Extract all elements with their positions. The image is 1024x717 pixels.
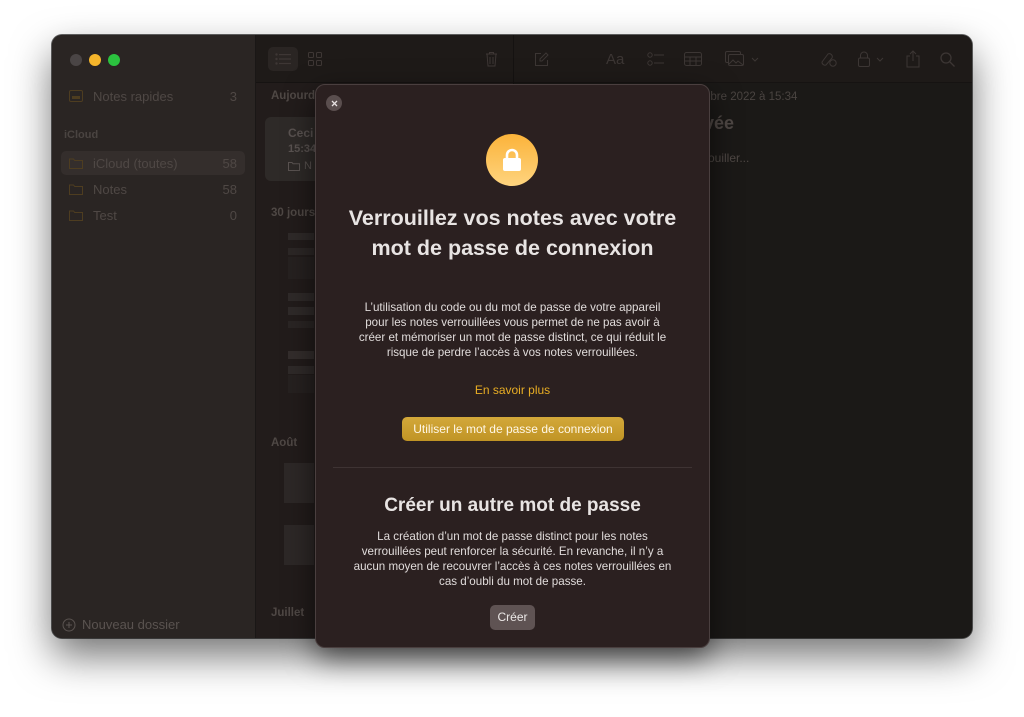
sidebar-item-label: Test bbox=[93, 207, 117, 223]
close-dialog-button[interactable] bbox=[326, 95, 342, 111]
use-login-password-button[interactable]: Utiliser le mot de passe de connexion bbox=[402, 417, 624, 441]
list-section-july: Juillet bbox=[271, 607, 305, 619]
new-folder-label: Nouveau dossier bbox=[82, 617, 180, 632]
chevron-down-icon bbox=[751, 57, 759, 62]
table-icon bbox=[684, 52, 702, 66]
list-section-today: Aujourd' bbox=[271, 90, 318, 102]
note-date: obre 2022 à 15:34 bbox=[704, 91, 798, 103]
delete-button[interactable] bbox=[476, 47, 506, 71]
note-folder: N bbox=[288, 160, 312, 172]
share-button[interactable] bbox=[906, 49, 920, 69]
photo-icon bbox=[725, 51, 744, 66]
list-toolbar bbox=[256, 35, 513, 83]
sidebar-item-count: 3 bbox=[229, 88, 237, 104]
create-button[interactable]: Créer bbox=[490, 605, 535, 630]
table-button[interactable] bbox=[684, 49, 702, 69]
close-window-button[interactable] bbox=[70, 54, 82, 66]
grid-icon bbox=[308, 52, 322, 66]
lock-icon bbox=[503, 148, 521, 171]
sidebar-item-icloud-all[interactable]: iCloud (toutes) 58 bbox=[61, 151, 245, 175]
list-view-button[interactable] bbox=[268, 47, 298, 71]
maximize-window-button[interactable] bbox=[108, 54, 120, 66]
sidebar-item-test[interactable]: Test 0 bbox=[61, 203, 245, 227]
search-button[interactable] bbox=[940, 49, 955, 69]
trash-icon bbox=[485, 52, 497, 67]
folder-icon bbox=[288, 162, 300, 171]
editor-toolbar: Aa bbox=[514, 35, 972, 83]
sidebar: Notes rapides 3 iCloud iCloud (toutes) 5… bbox=[52, 35, 255, 638]
sidebar-item-label: iCloud (toutes) bbox=[93, 155, 178, 171]
lock-icon bbox=[858, 51, 870, 67]
create-password-heading: Créer un autre mot de passe bbox=[384, 495, 641, 516]
folder-icon bbox=[69, 183, 85, 195]
gallery-view-button[interactable] bbox=[300, 47, 330, 71]
chevron-down-icon bbox=[876, 57, 884, 62]
lock-badge bbox=[486, 134, 538, 186]
sidebar-item-count: 58 bbox=[222, 155, 237, 171]
sidebar-section-icloud: iCloud bbox=[64, 129, 99, 141]
traffic-lights bbox=[70, 54, 120, 66]
new-folder-button[interactable]: Nouveau dossier bbox=[62, 617, 180, 632]
compose-icon bbox=[535, 51, 549, 66]
checklist-button[interactable] bbox=[647, 49, 665, 69]
format-button[interactable]: Aa bbox=[606, 49, 624, 69]
plus-circle-icon bbox=[62, 618, 76, 632]
note-time: 15:34 bbox=[288, 143, 317, 155]
collaborate-button[interactable] bbox=[819, 49, 837, 69]
create-password-description: La création d’un mot de passe distinct p… bbox=[353, 530, 672, 588]
list-icon bbox=[275, 53, 291, 65]
learn-more-link[interactable]: En savoir plus bbox=[316, 383, 709, 397]
checklist-icon bbox=[647, 51, 664, 66]
dialog-title: Verrouillez vos notes avec votre mot de … bbox=[348, 206, 677, 260]
quick-notes-icon bbox=[69, 90, 85, 102]
note-body[interactable]: rouiller... bbox=[704, 151, 749, 165]
sidebar-item-label: Notes rapides bbox=[93, 88, 174, 104]
sidebar-item-label: Notes bbox=[93, 181, 127, 197]
sidebar-item-count: 58 bbox=[222, 181, 237, 197]
folder-icon bbox=[69, 209, 85, 221]
share-icon bbox=[906, 50, 920, 68]
list-section-august: Août bbox=[271, 437, 298, 449]
dialog-description: L’utilisation du code ou du mot de passe… bbox=[358, 301, 667, 359]
minimize-window-button[interactable] bbox=[89, 54, 101, 66]
sidebar-item-notes[interactable]: Notes 58 bbox=[61, 177, 245, 201]
close-icon bbox=[331, 100, 337, 106]
list-section-30-days: 30 jours bbox=[271, 207, 316, 219]
new-note-button[interactable] bbox=[534, 49, 549, 69]
collaborate-icon bbox=[821, 53, 837, 67]
lock-notes-dialog: Verrouillez vos notes avec votre mot de … bbox=[315, 84, 710, 648]
dialog-divider bbox=[333, 467, 692, 468]
search-icon bbox=[940, 51, 955, 67]
folder-icon bbox=[69, 157, 85, 169]
media-button[interactable] bbox=[725, 49, 759, 69]
sidebar-item-quick-notes[interactable]: Notes rapides 3 bbox=[61, 84, 245, 108]
note-title: Ceci bbox=[288, 126, 314, 140]
text-format-icon: Aa bbox=[606, 50, 625, 68]
lock-note-button[interactable] bbox=[858, 49, 884, 69]
sidebar-item-count: 0 bbox=[229, 207, 237, 223]
